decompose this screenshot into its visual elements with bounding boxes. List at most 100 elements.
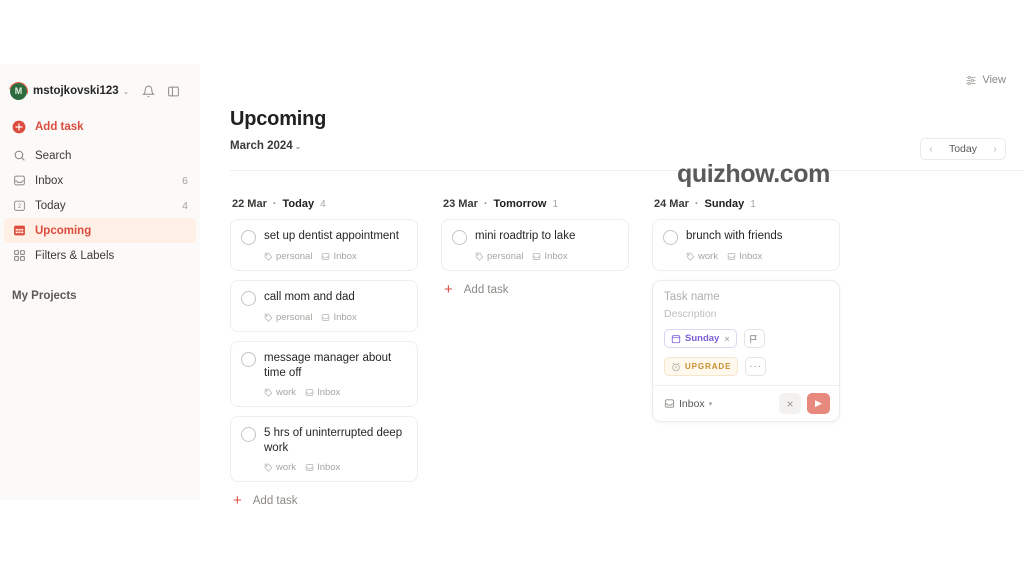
task-editor-footer: Inbox ▾ × ▶ [653,385,839,421]
inbox-icon [727,253,736,260]
sidebar-item-inbox[interactable]: Inbox 6 [0,168,200,193]
sidebar-item-today[interactable]: 2 Today 4 [0,193,200,218]
sidebar-item-add-task[interactable]: Add task [0,114,200,139]
header-divider [230,170,1024,171]
task-checkbox[interactable] [241,352,256,367]
separator: · [483,198,488,210]
due-date-chip[interactable]: Sunday × [664,329,737,348]
task-name-input[interactable]: Task name [664,291,828,303]
task-label[interactable]: work [264,387,296,398]
task-label[interactable]: work [264,462,296,473]
filters-labels-icon [12,249,26,263]
task-description-input[interactable]: Description [664,308,828,320]
today-button[interactable]: Today [941,143,985,155]
editor-chip-row-1: Sunday × [664,329,828,348]
inbox-icon [305,464,314,471]
column-date: 22 Mar [232,198,267,210]
day-column-sunday: 24 Mar · Sunday 1 brunch with friends wo… [652,198,840,507]
task-label[interactable]: personal [264,312,312,323]
task-checkbox[interactable] [241,427,256,442]
task-project[interactable]: Inbox [321,312,357,323]
column-header: 23 Mar · Tomorrow 1 [441,198,629,210]
chevron-down-icon: ⌄ [122,86,130,96]
sliders-icon [965,74,977,86]
column-task-count: 1 [750,199,756,210]
add-task-button[interactable]: + Add task [230,491,418,508]
task-project[interactable]: Inbox [532,251,568,262]
task-meta: personal Inbox [475,251,617,262]
column-header: 24 Mar · Sunday 1 [652,198,840,210]
task-row: message manager about time off [241,351,406,381]
task-label[interactable]: personal [475,251,523,262]
task-checkbox[interactable] [241,291,256,306]
task-label[interactable]: personal [264,251,312,262]
task-row: mini roadtrip to lake [452,229,617,245]
task-project[interactable]: Inbox [727,251,762,262]
cancel-button[interactable]: × [779,393,801,414]
task-card[interactable]: set up dentist appointment personal Inbo… [230,219,418,271]
notifications-bell-icon[interactable] [142,85,155,98]
sidebar-account-row[interactable]: M mstojkovski123 ⌄ [0,78,200,104]
task-checkbox[interactable] [663,230,678,245]
chevron-down-icon: ▾ [708,400,713,408]
view-button-label: View [982,74,1006,86]
sidebar-item-search[interactable]: Search [0,143,200,168]
project-select[interactable]: Inbox ▾ [664,398,712,410]
remove-due-date-icon[interactable]: × [724,334,729,344]
more-options-chip[interactable]: ··· [745,357,767,376]
next-period-button[interactable]: › [985,139,1005,159]
task-label-text: work [698,251,719,262]
task-card[interactable]: call mom and dad personal Inbox [230,280,418,332]
task-project[interactable]: Inbox [305,462,340,473]
month-label: March 2024 [230,140,293,152]
chevron-down-icon: ⌄ [294,141,302,151]
separator: · [272,198,277,210]
svg-text:2: 2 [17,204,20,210]
more-horizontal-icon: ··· [749,360,763,372]
inbox-icon [322,314,330,321]
project-select-label: Inbox [679,397,705,410]
task-row: call mom and dad [241,290,406,306]
sidebar-item-upcoming[interactable]: Upcoming [4,218,196,243]
task-checkbox[interactable] [452,230,467,245]
day-column-today: 22 Mar · Today 4 set up dentist appointm… [230,198,418,508]
task-project-text: Inbox [739,251,763,262]
sidebar-item-filters-labels[interactable]: Filters & Labels [0,243,200,268]
search-icon [12,149,26,163]
prev-period-button[interactable]: ‹ [921,139,941,159]
column-day: Today [282,198,315,210]
task-editor-body: Task name Description Sunday × UPGRADE ·… [653,281,839,385]
task-label[interactable]: work [686,251,718,262]
task-meta: work Inbox [686,251,828,262]
task-card[interactable]: mini roadtrip to lake personal Inbox [441,219,629,271]
due-date-label: Sunday [685,333,720,344]
task-title: set up dentist appointment [264,230,399,242]
task-row: 5 hrs of uninterrupted deep work [241,426,406,456]
task-project-text: Inbox [333,251,357,262]
tag-icon [475,252,484,261]
reminders-chip[interactable]: UPGRADE [664,357,739,376]
task-project[interactable]: Inbox [321,251,357,262]
tag-icon [264,313,273,322]
column-date: 23 Mar [443,198,478,210]
task-project-text: Inbox [317,462,341,473]
add-task-button[interactable]: + Add task [441,280,629,297]
inbox-icon [322,253,330,260]
toggle-sidebar-icon[interactable] [167,85,180,98]
submit-task-button[interactable]: ▶ [807,393,830,414]
sidebar-projects-header[interactable]: My Projects [0,290,200,302]
task-project[interactable]: Inbox [305,387,340,398]
task-card[interactable]: brunch with friends work Inbox [652,219,840,271]
column-task-count: 1 [552,199,559,210]
editor-chip-row-2: UPGRADE ··· [664,357,828,376]
tag-icon [686,252,695,261]
task-checkbox[interactable] [241,230,256,245]
tag-icon [264,388,273,397]
priority-chip[interactable] [743,329,765,348]
task-card[interactable]: message manager about time off work Inbo… [230,341,418,407]
view-button[interactable]: View [965,74,1006,86]
task-card[interactable]: 5 hrs of uninterrupted deep work work In… [230,416,418,482]
month-selector[interactable]: March 2024 ⌄ [230,140,1024,152]
tag-icon [264,463,273,472]
avatar[interactable]: M [10,82,27,100]
